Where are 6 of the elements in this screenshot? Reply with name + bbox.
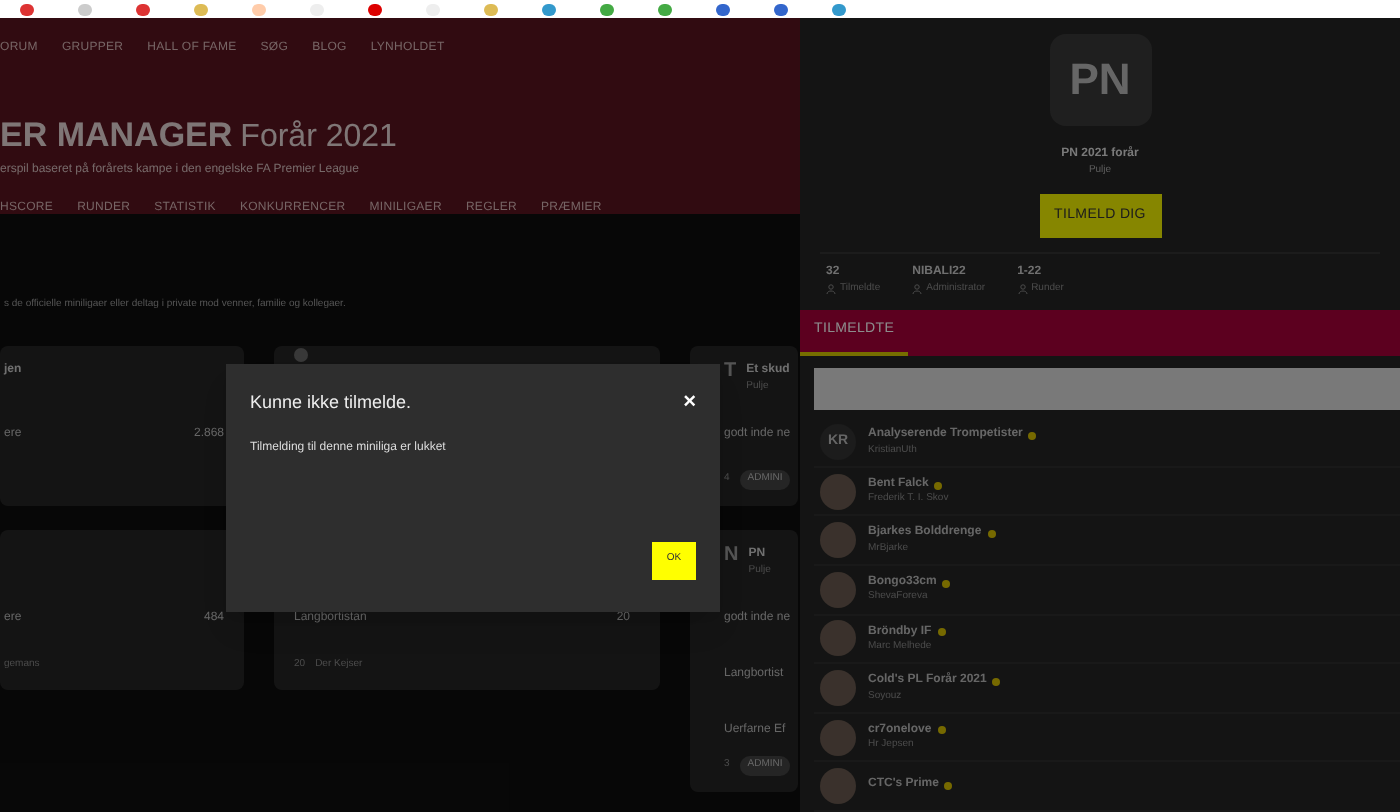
dialog-title: Kunne ikke tilmelde. — [250, 390, 412, 416]
hero-title-suffix: Forår 2021 — [240, 118, 397, 158]
card-initials: T — [724, 361, 737, 381]
hero-title: ER MANAGER — [0, 114, 233, 158]
league-avatar: PN — [1049, 34, 1151, 126]
card-initials: N — [724, 545, 739, 565]
